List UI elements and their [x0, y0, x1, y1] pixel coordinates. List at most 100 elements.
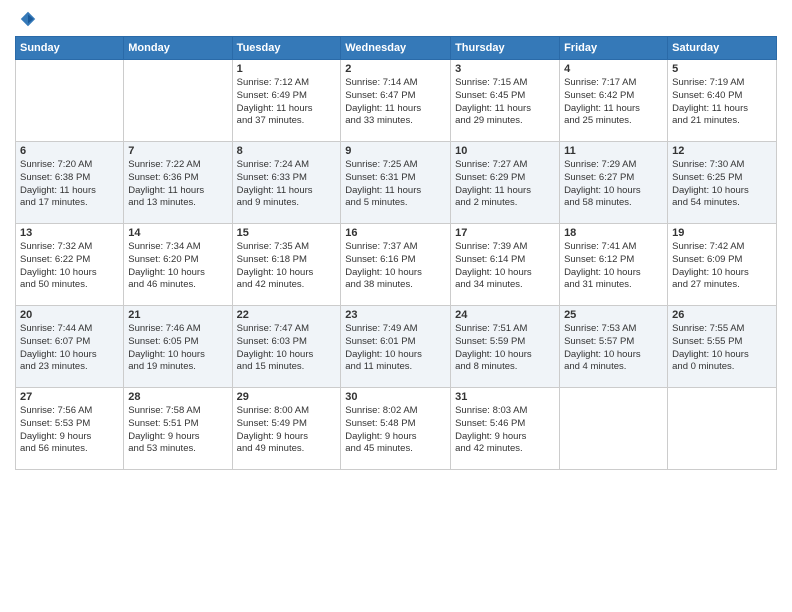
day-number: 5: [672, 63, 772, 75]
weekday-header-thursday: Thursday: [451, 37, 560, 60]
day-number: 19: [672, 227, 772, 239]
day-info: Sunrise: 7:22 AM Sunset: 6:36 PM Dayligh…: [128, 159, 227, 210]
header: [15, 10, 777, 28]
day-number: 13: [20, 227, 119, 239]
calendar-cell: 20Sunrise: 7:44 AM Sunset: 6:07 PM Dayli…: [16, 306, 124, 388]
day-number: 31: [455, 391, 555, 403]
day-info: Sunrise: 7:19 AM Sunset: 6:40 PM Dayligh…: [672, 77, 772, 128]
calendar-cell: 8 Sunrise: 7:24 AM Sunset: 6:33 PM Daylig…: [232, 142, 341, 224]
day-number: 2: [345, 63, 446, 75]
day-info: Sunrise: 7:55 AM Sunset: 5:55 PM Dayligh…: [672, 323, 772, 374]
day-info: Sunrise: 7:24 AM Sunset: 6:33 PM Dayligh…: [237, 159, 337, 210]
day-number: 18: [564, 227, 663, 239]
day-number: 27: [20, 391, 119, 403]
day-info: Sunrise: 7:29 AM Sunset: 6:27 PM Dayligh…: [564, 159, 663, 210]
calendar-cell: 26 Sunrise: 7:55 AM Sunset: 5:55 PM Dayli…: [668, 306, 777, 388]
day-number: 14: [128, 227, 227, 239]
day-number: 29: [237, 391, 337, 403]
weekday-header-friday: Friday: [560, 37, 668, 60]
calendar-week-row: 1 Sunrise: 7:12 AM Sunset: 6:49 PM Daylig…: [16, 60, 777, 142]
calendar-cell: 29 Sunrise: 8:00 AM Sunset: 5:49 PM Dayli…: [232, 388, 341, 470]
day-number: 24: [455, 309, 555, 321]
weekday-header-sunday: Sunday: [16, 37, 124, 60]
day-number: 7: [128, 145, 227, 157]
calendar-cell: 4 Sunrise: 7:17 AM Sunset: 6:42 PM Daylig…: [560, 60, 668, 142]
day-info: Sunrise: 7:12 AM Sunset: 6:49 PM Dayligh…: [237, 77, 337, 128]
page: SundayMondayTuesdayWednesdayThursdayFrid…: [0, 0, 792, 612]
day-number: 17: [455, 227, 555, 239]
day-info: Sunrise: 7:27 AM Sunset: 6:29 PM Dayligh…: [455, 159, 555, 210]
day-info: Sunrise: 8:00 AM Sunset: 5:49 PM Dayligh…: [237, 405, 337, 456]
calendar-cell: 6 Sunrise: 7:20 AM Sunset: 6:38 PM Daylig…: [16, 142, 124, 224]
calendar-cell: [560, 388, 668, 470]
day-number: 26: [672, 309, 772, 321]
day-number: 20: [20, 309, 119, 321]
day-info: Sunrise: 7:47 AM Sunset: 6:03 PM Dayligh…: [237, 323, 337, 374]
day-info: Sunrise: 7:30 AM Sunset: 6:25 PM Dayligh…: [672, 159, 772, 210]
calendar-cell: 31 Sunrise: 8:03 AM Sunset: 5:46 PM Dayli…: [451, 388, 560, 470]
calendar-week-row: 13Sunrise: 7:32 AM Sunset: 6:22 PM Dayli…: [16, 224, 777, 306]
weekday-header-saturday: Saturday: [668, 37, 777, 60]
day-number: 25: [564, 309, 663, 321]
calendar-cell: 5 Sunrise: 7:19 AM Sunset: 6:40 PM Daylig…: [668, 60, 777, 142]
day-number: 6: [20, 145, 119, 157]
day-info: Sunrise: 8:03 AM Sunset: 5:46 PM Dayligh…: [455, 405, 555, 456]
calendar-week-row: 6 Sunrise: 7:20 AM Sunset: 6:38 PM Daylig…: [16, 142, 777, 224]
calendar-week-row: 27 Sunrise: 7:56 AM Sunset: 5:53 PM Dayli…: [16, 388, 777, 470]
day-info: Sunrise: 7:56 AM Sunset: 5:53 PM Dayligh…: [20, 405, 119, 456]
calendar-cell: 19 Sunrise: 7:42 AM Sunset: 6:09 PM Dayli…: [668, 224, 777, 306]
day-info: Sunrise: 8:02 AM Sunset: 5:48 PM Dayligh…: [345, 405, 446, 456]
day-info: Sunrise: 7:14 AM Sunset: 6:47 PM Dayligh…: [345, 77, 446, 128]
calendar-header-row: SundayMondayTuesdayWednesdayThursdayFrid…: [16, 37, 777, 60]
calendar-cell: 14 Sunrise: 7:34 AM Sunset: 6:20 PM Dayli…: [124, 224, 232, 306]
calendar-cell: 17 Sunrise: 7:39 AM Sunset: 6:14 PM Dayli…: [451, 224, 560, 306]
calendar-cell: 11 Sunrise: 7:29 AM Sunset: 6:27 PM Dayli…: [560, 142, 668, 224]
day-number: 4: [564, 63, 663, 75]
logo-icon: [19, 10, 37, 28]
day-info: Sunrise: 7:34 AM Sunset: 6:20 PM Dayligh…: [128, 241, 227, 292]
calendar-cell: 18 Sunrise: 7:41 AM Sunset: 6:12 PM Dayli…: [560, 224, 668, 306]
calendar-cell: 23 Sunrise: 7:49 AM Sunset: 6:01 PM Dayli…: [341, 306, 451, 388]
weekday-header-monday: Monday: [124, 37, 232, 60]
day-number: 11: [564, 145, 663, 157]
day-number: 8: [237, 145, 337, 157]
logo: [15, 10, 37, 28]
calendar-cell: 24 Sunrise: 7:51 AM Sunset: 5:59 PM Dayli…: [451, 306, 560, 388]
day-number: 23: [345, 309, 446, 321]
calendar-cell: 16Sunrise: 7:37 AM Sunset: 6:16 PM Dayli…: [341, 224, 451, 306]
day-info: Sunrise: 7:35 AM Sunset: 6:18 PM Dayligh…: [237, 241, 337, 292]
day-info: Sunrise: 7:49 AM Sunset: 6:01 PM Dayligh…: [345, 323, 446, 374]
day-info: Sunrise: 7:51 AM Sunset: 5:59 PM Dayligh…: [455, 323, 555, 374]
day-number: 15: [237, 227, 337, 239]
day-info: Sunrise: 7:58 AM Sunset: 5:51 PM Dayligh…: [128, 405, 227, 456]
day-info: Sunrise: 7:20 AM Sunset: 6:38 PM Dayligh…: [20, 159, 119, 210]
weekday-header-wednesday: Wednesday: [341, 37, 451, 60]
day-info: Sunrise: 7:15 AM Sunset: 6:45 PM Dayligh…: [455, 77, 555, 128]
day-info: Sunrise: 7:41 AM Sunset: 6:12 PM Dayligh…: [564, 241, 663, 292]
day-info: Sunrise: 7:39 AM Sunset: 6:14 PM Dayligh…: [455, 241, 555, 292]
day-info: Sunrise: 7:42 AM Sunset: 6:09 PM Dayligh…: [672, 241, 772, 292]
calendar-cell: 1 Sunrise: 7:12 AM Sunset: 6:49 PM Daylig…: [232, 60, 341, 142]
day-number: 28: [128, 391, 227, 403]
calendar-cell: 15 Sunrise: 7:35 AM Sunset: 6:18 PM Dayli…: [232, 224, 341, 306]
day-number: 10: [455, 145, 555, 157]
day-info: Sunrise: 7:17 AM Sunset: 6:42 PM Dayligh…: [564, 77, 663, 128]
calendar-cell: 28 Sunrise: 7:58 AM Sunset: 5:51 PM Dayli…: [124, 388, 232, 470]
day-number: 30: [345, 391, 446, 403]
calendar-cell: 12 Sunrise: 7:30 AM Sunset: 6:25 PM Dayli…: [668, 142, 777, 224]
day-number: 1: [237, 63, 337, 75]
calendar-cell: 10 Sunrise: 7:27 AM Sunset: 6:29 PM Dayli…: [451, 142, 560, 224]
calendar-cell: 13Sunrise: 7:32 AM Sunset: 6:22 PM Dayli…: [16, 224, 124, 306]
day-number: 9: [345, 145, 446, 157]
calendar-cell: 2 Sunrise: 7:14 AM Sunset: 6:47 PM Daylig…: [341, 60, 451, 142]
calendar-cell: 9 Sunrise: 7:25 AM Sunset: 6:31 PM Daylig…: [341, 142, 451, 224]
calendar-cell: [124, 60, 232, 142]
day-number: 12: [672, 145, 772, 157]
day-info: Sunrise: 7:25 AM Sunset: 6:31 PM Dayligh…: [345, 159, 446, 210]
day-info: Sunrise: 7:37 AM Sunset: 6:16 PM Dayligh…: [345, 241, 446, 292]
calendar-cell: 3Sunrise: 7:15 AM Sunset: 6:45 PM Daylig…: [451, 60, 560, 142]
calendar-table: SundayMondayTuesdayWednesdayThursdayFrid…: [15, 36, 777, 470]
calendar-cell: [16, 60, 124, 142]
weekday-header-tuesday: Tuesday: [232, 37, 341, 60]
day-number: 21: [128, 309, 227, 321]
